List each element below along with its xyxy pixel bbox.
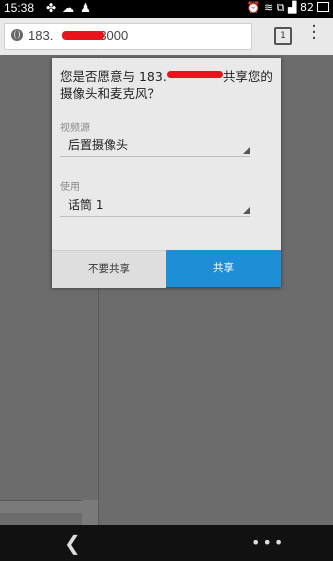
video-source-label: 视频源 (60, 123, 90, 134)
tab-switcher-button[interactable]: 1 (274, 27, 292, 45)
dialog-message: 您是否愿意与 183. 共享您的摄像头和麦克风？ (60, 69, 273, 101)
dropdown-arrow-icon (243, 147, 250, 154)
browser-toolbar: 183. 3000 1 · · · (0, 18, 333, 56)
dialog-buttons: 不要共享 共享 (52, 250, 281, 288)
screenshot-icon: ⧉ (276, 1, 285, 14)
redaction-mark (62, 31, 104, 40)
globe-icon (11, 29, 23, 41)
cloud-icon: ☁ (62, 1, 81, 15)
microphone-select[interactable]: 话筒 1 (60, 194, 250, 217)
microphone-value: 话筒 1 (68, 198, 104, 212)
video-source-select[interactable]: 后置摄像头 (60, 134, 250, 157)
allow-button[interactable]: 共享 (166, 250, 281, 287)
redaction-mark (166, 71, 223, 78)
overflow-menu-icon[interactable]: · · · (311, 18, 317, 48)
back-icon[interactable]: ❮ (64, 531, 81, 555)
notification-icons: ✤☁♟ (46, 1, 97, 15)
media-permission-dialog: 您是否愿意与 183. 共享您的摄像头和麦克风？ 视频源 后置摄像头 使用 话筒 … (52, 58, 281, 288)
system-icons: ⏰ ≋ ⧉ ▟ 82 (247, 1, 329, 15)
more-icon[interactable]: ••• (251, 533, 285, 552)
dropdown-arrow-icon (243, 207, 250, 214)
wifi-icon: ≋ (263, 1, 274, 14)
use-label: 使用 (60, 182, 80, 193)
clock: 15:38 (4, 1, 35, 15)
signal-icon: ▟ (288, 1, 297, 14)
address-bar[interactable]: 183. 3000 (4, 23, 252, 50)
battery-level: 82 (300, 1, 314, 14)
battery-icon (317, 2, 329, 12)
status-bar: 15:38 ✤☁♟ ⏰ ≋ ⧉ ▟ 82 (0, 0, 333, 18)
page-footer-box (82, 500, 98, 525)
alarm-icon: ⏰ (246, 1, 261, 14)
deny-button[interactable]: 不要共享 (52, 250, 166, 288)
navigation-bar: ❮ ••• (0, 525, 333, 561)
qq-icon: ♟ (80, 1, 97, 15)
clover-icon: ✤ (46, 1, 63, 15)
video-source-value: 后置摄像头 (68, 138, 129, 152)
